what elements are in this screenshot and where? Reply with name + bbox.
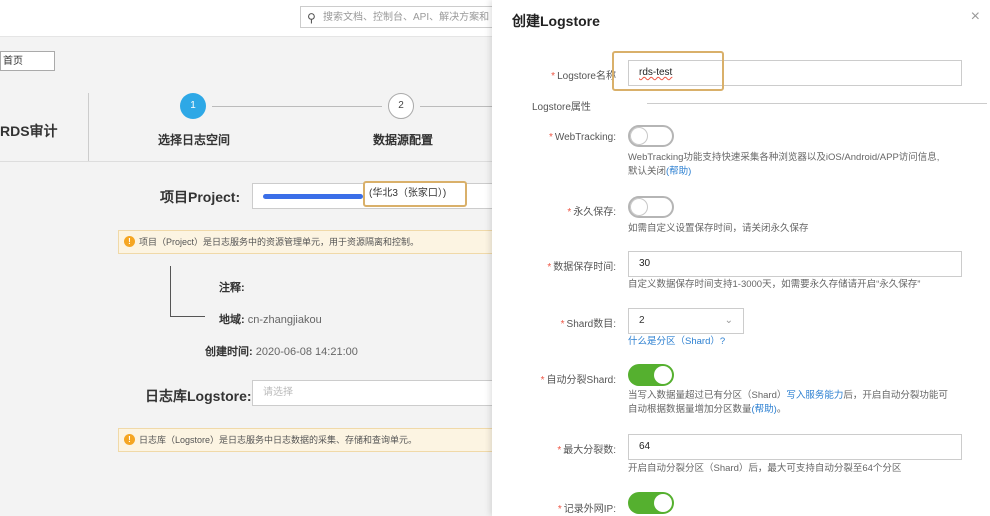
chevron-down-icon: ⌄ — [724, 315, 733, 326]
tree-line — [170, 266, 171, 316]
project-notice: ! 项目（Project）是日志服务中的资源管理单元，用于资源隔离和控制。 — [118, 230, 492, 254]
webtracking-help-link[interactable]: (帮助) — [666, 166, 691, 177]
logstore-notice: ! 日志库（Logstore）是日志服务中日志数据的采集、存储和查询单元。 — [118, 428, 492, 452]
toggle-knob — [654, 366, 672, 384]
shard-select[interactable]: 2 ⌄ — [628, 308, 744, 334]
toggle-knob — [654, 494, 672, 512]
create-logstore-panel: 创建Logstore × * Logstore名称 rds-test Logsto… — [492, 0, 990, 516]
autosplit-help: 当写入数据量超过已有分区（Shard）写入服务能力后，开启自动分裂功能可 自动根… — [628, 390, 948, 415]
region-row: 地域: cn-zhangjiakou — [219, 314, 322, 326]
shard-link[interactable]: 什么是分区（Shard）? — [628, 335, 968, 349]
tree-line — [170, 316, 205, 317]
retention-help: 自定义数据保存时间支持1-3000天，如需要永久存储请开启“永久保存” — [628, 279, 921, 290]
created-row: 创建时间: 2020-06-08 14:21:00 — [205, 346, 358, 358]
background-page: ⚲ 搜索文档、控制台、API、解决方案和 首页 RDS审计 1 2 选择日志空间… — [0, 0, 492, 516]
warning-icon: ! — [124, 236, 135, 247]
webtracking-label: * WebTracking: — [548, 132, 616, 143]
name-highlight — [612, 51, 724, 91]
logstore-label: 日志库Logstore: — [145, 388, 252, 404]
permanent-toggle[interactable] — [628, 196, 674, 218]
home-button[interactable]: 首页 — [0, 51, 55, 71]
autosplit-toggle[interactable] — [628, 364, 674, 386]
logstore-select[interactable]: 请选择 — [252, 380, 492, 406]
close-icon[interactable]: × — [971, 8, 980, 26]
record-ip-label: * 记录外网IP: — [557, 504, 616, 515]
divider — [88, 93, 89, 161]
permanent-label: * 永久保存: — [567, 207, 616, 218]
project-region: (华北3（张家口）) — [363, 181, 467, 207]
toggle-knob — [630, 198, 648, 216]
shard-label: * Shard数目: — [560, 319, 616, 330]
step-connector — [420, 106, 492, 107]
autosplit-label: * 自动分裂Shard: — [540, 375, 616, 386]
warning-icon: ! — [124, 434, 135, 445]
step-2-label: 数据源配置 — [373, 133, 434, 147]
search-placeholder: 搜索文档、控制台、API、解决方案和 — [323, 12, 490, 23]
logstore-name-label: * Logstore名称 — [551, 71, 616, 82]
search-input[interactable]: ⚲ 搜索文档、控制台、API、解决方案和 — [300, 6, 492, 28]
step-progress: RDS审计 1 2 选择日志空间 数据源配置 — [0, 93, 492, 162]
search-icon: ⚲ — [307, 11, 316, 25]
webtracking-toggle[interactable] — [628, 125, 674, 147]
project-label: 项目Project: — [160, 189, 241, 205]
step-connector — [212, 106, 382, 107]
remark-row: 注释: — [219, 282, 245, 294]
max-split-help: 开启自动分裂分区（Shard）后，最大可支持自动分裂至64个分区 — [628, 463, 902, 474]
redacted-project-name — [263, 194, 363, 199]
permanent-help: 如需自定义设置保存时间，请关闭永久保存 — [628, 223, 809, 234]
record-ip-toggle[interactable] — [628, 492, 674, 514]
write-capacity-link[interactable]: 写入服务能力 — [786, 390, 843, 401]
step-2-circle: 2 — [388, 93, 414, 119]
step-1-label: 选择日志空间 — [158, 133, 231, 147]
webtracking-help: WebTracking功能支持快速采集各种浏览器以及iOS/Android/AP… — [628, 152, 940, 177]
panel-title: 创建Logstore — [512, 13, 600, 29]
max-split-label: * 最大分裂数: — [557, 445, 616, 456]
max-split-input[interactable]: 64 — [628, 434, 962, 460]
retention-label: * 数据保存时间: — [547, 262, 616, 273]
step-1-circle: 1 — [180, 93, 206, 119]
top-bar: ⚲ 搜索文档、控制台、API、解决方案和 — [0, 0, 492, 37]
rds-audit-label: RDS审计 — [0, 123, 58, 139]
section-label: Logstore属性 — [532, 102, 591, 113]
section-divider — [647, 103, 987, 104]
retention-input[interactable]: 30 — [628, 251, 962, 277]
autosplit-help-link[interactable]: (帮助) — [752, 404, 777, 415]
toggle-knob — [630, 127, 648, 145]
